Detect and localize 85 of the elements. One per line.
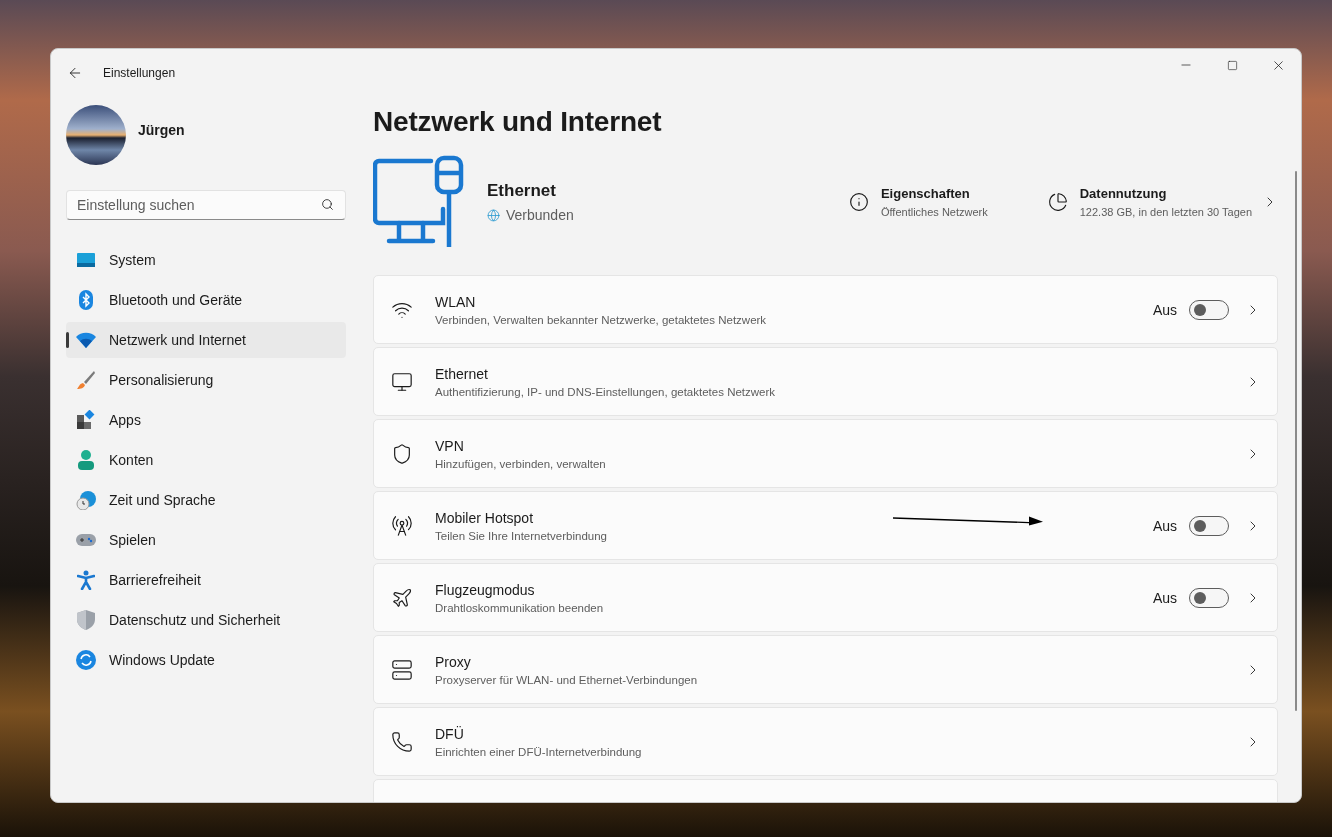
setting-title: Mobiler Hotspot [435,509,535,526]
settings-card[interactable]: Mobiler Hotspot Teilen Sie Ihre Internetverbindung Aus [373,491,1278,560]
settings-card[interactable]: VPN Hinzufügen, verbinden, verwalten [373,419,1278,488]
setting-title: WLAN [435,293,477,310]
sidebar-item[interactable]: Netzwerk und Internet [66,322,346,358]
sidebar-item-label: Windows Update [109,652,215,668]
toggle-switch[interactable] [1189,515,1229,536]
setting-title: Proxy [435,653,472,670]
sidebar-item-label: Zeit und Sprache [109,492,216,508]
toggle-switch[interactable] [1189,587,1229,608]
toggle-label: Aus [1152,517,1177,534]
sidebar-item[interactable]: Konten [66,442,346,478]
setting-description: Verbinden, Verwalten bekannter Netzwerke, getaktetes Netzwerk [435,313,767,326]
radio-tower-icon [391,514,413,537]
person-icon [77,450,95,470]
sidebar-item-label: System [109,252,156,268]
properties-label[interactable]: Eigenschaften [880,186,988,201]
wifi-icon [76,332,96,348]
sidebar-item[interactable]: Zeit und Sprache [66,482,346,518]
setting-description: Authentifizierung, IP- und DNS-Einstellungen, getaktetes Netzwerk [435,385,776,398]
gamepad-icon [76,533,96,547]
sidebar-item-label: Personalisierung [109,372,214,388]
setting-description: Drahtloskommunikation beenden [435,601,604,614]
maximize-icon [1226,59,1238,71]
sidebar-item[interactable]: Barrierefreiheit [66,562,346,598]
phone-icon [391,730,413,753]
settings-card[interactable]: WLAN Verbinden, Verwalten bekannter Netzwerke, getaktetes Netzwerk Aus [373,275,1278,344]
setting-description: Hinzufügen, verbinden, verwalten [435,457,606,470]
sidebar-item-label: Datenschutz und Sicherheit [109,612,281,628]
sidebar-item-label: Spielen [109,532,156,548]
bluetooth-icon [79,290,93,310]
search-icon [321,198,334,211]
sidebar-item[interactable]: Spielen [66,522,346,558]
monitor-icon [76,252,96,268]
data-usage-value: 122.38 GB, in den letzten 30 Tagen [1079,206,1252,218]
sidebar-item-label: Netzwerk und Internet [109,332,246,348]
server-icon [391,658,413,681]
search-field[interactable]: Einstellung suchen [66,190,346,220]
accessibility-icon [77,570,95,590]
apps-icon [76,410,96,430]
window-title: Einstellungen [103,66,176,80]
properties-value: Öffentliches Netzwerk [880,206,988,218]
sidebar-item-label: Barrierefreiheit [109,572,201,588]
setting-description: Teilen Sie Ihre Internetverbindung [435,529,607,542]
globe-clock-icon [76,490,96,510]
setting-description: Proxyserver für WLAN- und Ethernet-Verbindungen [435,673,698,686]
shield-icon [391,442,413,465]
avatar[interactable] [66,105,126,165]
ethernet-monitor-icon [373,155,465,249]
connection-name: Ethernet [487,181,557,201]
monitor-icon [391,370,413,393]
setting-title: VPN [435,437,465,454]
airplane-icon [391,586,413,609]
shield-icon [77,610,95,630]
user-name: Jürgen [138,122,185,138]
paintbrush-icon [76,370,96,390]
update-icon [76,650,96,670]
sidebar-item[interactable]: Personalisierung [66,362,346,398]
sidebar-item[interactable]: Apps [66,402,346,438]
page-title: Netzwerk und Internet [373,106,663,138]
sidebar-item[interactable]: Datenschutz und Sicherheit [66,602,346,638]
settings-card[interactable]: Flugzeugmodus Drahtloskommunikation beenden Aus [373,563,1278,632]
back-button[interactable] [67,65,83,81]
setting-title: Ethernet [435,365,489,382]
sidebar-item[interactable]: Windows Update [66,642,346,678]
setting-description: Einrichten einer DFÜ-Internetverbindung [435,745,642,758]
toggle-switch[interactable] [1189,299,1229,320]
sidebar-item-label: Konten [109,452,154,468]
toggle-label: Aus [1152,301,1177,318]
info-icon [848,192,869,212]
toggle-label: Aus [1152,589,1177,606]
sidebar-item[interactable]: Bluetooth und Geräte [66,282,346,318]
selection-indicator [66,332,69,348]
sidebar-item-label: Bluetooth und Geräte [109,292,243,308]
sidebar-item[interactable]: System [66,242,346,278]
globe-icon [487,208,500,222]
setting-title: DFÜ [435,725,465,742]
settings-card[interactable]: DFÜ Einrichten einer DFÜ-Internetverbindung [373,707,1278,776]
sidebar-item-label: Apps [109,412,141,428]
setting-title: Flugzeugmodus [435,581,536,598]
settings-card[interactable]: Ethernet Authentifizierung, IP- und DNS-Einstellungen, getaktetes Netzwerk [373,347,1278,416]
data-usage-label[interactable]: Datennutzung [1079,186,1252,201]
connection-status: Verbunden [506,207,574,223]
pie-chart-icon [1047,192,1068,212]
settings-card[interactable]: Proxy Proxyserver für WLAN- und Ethernet-Verbindungen [373,635,1278,704]
